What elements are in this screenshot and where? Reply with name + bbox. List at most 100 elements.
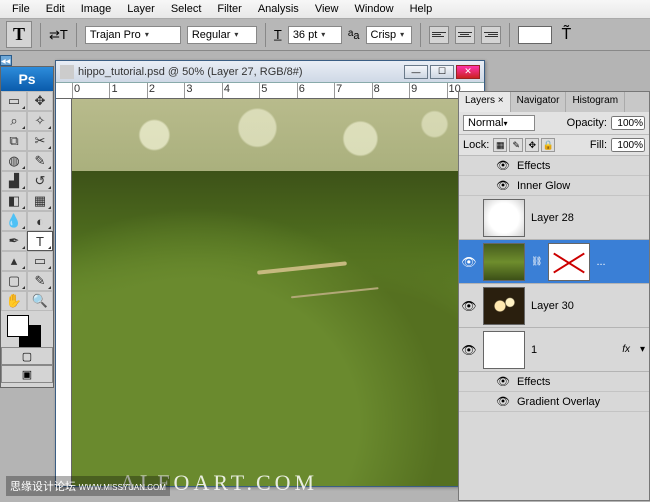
lock-all-icon[interactable]: 🔒	[541, 138, 555, 152]
magic-wand-tool[interactable]: ✧	[27, 111, 53, 131]
healing-brush-tool[interactable]: ◍	[1, 151, 27, 171]
align-right-button[interactable]	[481, 26, 501, 44]
clone-stamp-tool[interactable]: ▟	[1, 171, 27, 191]
gradient-tool[interactable]: ▦	[27, 191, 53, 211]
blur-tool[interactable]: 💧	[1, 211, 27, 231]
menu-analysis[interactable]: Analysis	[250, 1, 307, 17]
gradient-overlay-label: Gradient Overlay	[517, 396, 600, 408]
menu-window[interactable]: Window	[346, 1, 401, 17]
vertical-ruler[interactable]	[56, 99, 72, 486]
zoom-tool[interactable]: 🔍	[27, 291, 53, 311]
tab-layers[interactable]: Layers	[459, 92, 511, 112]
menu-edit[interactable]: Edit	[38, 1, 73, 17]
layer-thumbnail[interactable]	[483, 287, 525, 325]
move-tool[interactable]: ✥	[27, 91, 53, 111]
expand-icon[interactable]: ▾	[640, 344, 645, 355]
visibility-icon[interactable]: 👁	[495, 159, 511, 172]
menu-filter[interactable]: Filter	[209, 1, 249, 17]
fill-input[interactable]	[611, 138, 645, 152]
minimize-button[interactable]: —	[404, 65, 428, 79]
menu-select[interactable]: Select	[163, 1, 210, 17]
layer-name[interactable]: ...	[596, 256, 647, 268]
text-color-swatch[interactable]	[518, 26, 552, 44]
layer-mask-disabled[interactable]	[548, 243, 590, 281]
visibility-icon[interactable]: 👁	[495, 395, 511, 408]
toolbox-header[interactable]: Ps	[1, 67, 53, 91]
hand-tool[interactable]: ✋	[1, 291, 27, 311]
fill-label: Fill:	[590, 139, 607, 151]
lock-pixels-icon[interactable]: ✎	[509, 138, 523, 152]
screen-mode-toggle[interactable]: ▣	[1, 365, 53, 383]
opacity-input[interactable]	[611, 116, 645, 130]
layer-thumbnail[interactable]	[483, 243, 525, 281]
brush-tool[interactable]: ✎	[27, 151, 53, 171]
tool-preset-icon[interactable]: T	[6, 21, 32, 48]
color-swatches[interactable]	[1, 311, 53, 347]
layer-name[interactable]: 1	[531, 344, 616, 356]
lock-transparency-icon[interactable]: ▦	[493, 138, 507, 152]
layer-name[interactable]: Layer 30	[531, 300, 647, 312]
path-selection-tool[interactable]: ▴	[1, 251, 27, 271]
document-title: hippo_tutorial.psd @ 50% (Layer 27, RGB/…	[78, 66, 402, 78]
menu-file[interactable]: File	[4, 1, 38, 17]
font-size-dropdown[interactable]: 36 pt	[288, 26, 342, 44]
inner-glow-row[interactable]: 👁 Inner Glow	[459, 176, 649, 196]
slice-tool[interactable]: ✂	[27, 131, 53, 151]
canvas[interactable]	[72, 99, 484, 486]
fx-badge[interactable]: fx	[622, 344, 630, 355]
layer-name[interactable]: Layer 28	[531, 212, 647, 224]
visibility-icon[interactable]: 👁	[461, 299, 477, 313]
type-tool[interactable]: T	[27, 231, 53, 251]
menu-image[interactable]: Image	[73, 1, 120, 17]
tab-histogram[interactable]: Histogram	[566, 92, 625, 112]
eyedropper-tool[interactable]: ✎	[27, 271, 53, 291]
horizontal-ruler[interactable]: 012345678910	[56, 83, 484, 99]
quick-mask-toggle[interactable]: ▢	[1, 347, 53, 365]
notes-tool[interactable]: ▢	[1, 271, 27, 291]
effects-row-2[interactable]: 👁 Effects	[459, 372, 649, 392]
shape-tool[interactable]: ▭	[27, 251, 53, 271]
visibility-icon[interactable]: 👁	[461, 343, 477, 357]
separator	[509, 23, 510, 47]
visibility-icon[interactable]: 👁	[495, 179, 511, 192]
menu-layer[interactable]: Layer	[119, 1, 163, 17]
tab-navigator[interactable]: Navigator	[511, 92, 567, 112]
effects-row[interactable]: 👁 Effects	[459, 156, 649, 176]
gradient-overlay-row[interactable]: 👁 Gradient Overlay	[459, 392, 649, 412]
layer-row-1[interactable]: 👁 1 fx ▾	[459, 328, 649, 372]
lasso-tool[interactable]: ⌕	[1, 111, 27, 131]
watermark-secondary: 思缘设计论坛 WWW.MISSYUAN.COM	[6, 476, 170, 496]
foreground-color-swatch[interactable]	[7, 315, 29, 337]
marquee-tool[interactable]: ▭	[1, 91, 27, 111]
layer-thumbnail[interactable]	[483, 331, 525, 369]
pen-tool[interactable]: ✒	[1, 231, 27, 251]
antialias-dropdown[interactable]: Crisp	[366, 26, 412, 44]
close-button[interactable]: ✕	[456, 65, 480, 79]
layer-row-selected[interactable]: 👁 ⛓ ...	[459, 240, 649, 284]
dodge-tool[interactable]: ◐	[27, 211, 53, 231]
visibility-icon[interactable]: 👁	[495, 375, 511, 388]
document-titlebar[interactable]: hippo_tutorial.psd @ 50% (Layer 27, RGB/…	[56, 61, 484, 83]
opacity-label: Opacity:	[567, 117, 607, 129]
maximize-button[interactable]: ☐	[430, 65, 454, 79]
crop-tool[interactable]: ⧉	[1, 131, 27, 151]
eraser-tool[interactable]: ◧	[1, 191, 27, 211]
lock-position-icon[interactable]: ✥	[525, 138, 539, 152]
blend-mode-dropdown[interactable]: Normal	[463, 115, 535, 131]
canvas-moss-layer	[72, 171, 484, 486]
text-orientation-icon[interactable]: ⇄T	[49, 27, 68, 43]
layer-thumbnail[interactable]	[483, 199, 525, 237]
visibility-icon[interactable]: 👁	[461, 255, 477, 269]
menu-view[interactable]: View	[307, 1, 347, 17]
align-left-button[interactable]	[429, 26, 449, 44]
layer-row-30[interactable]: 👁 Layer 30	[459, 284, 649, 328]
layer-row-28[interactable]: Layer 28	[459, 196, 649, 240]
font-family-dropdown[interactable]: Trajan Pro	[85, 26, 181, 44]
warp-text-icon[interactable]: T̃	[562, 26, 572, 44]
history-brush-tool[interactable]: ↺	[27, 171, 53, 191]
menu-help[interactable]: Help	[402, 1, 441, 17]
align-center-button[interactable]	[455, 26, 475, 44]
link-icon[interactable]: ⛓	[531, 256, 542, 267]
palette-collapse-tab[interactable]	[0, 55, 12, 66]
font-style-dropdown[interactable]: Regular	[187, 26, 257, 44]
